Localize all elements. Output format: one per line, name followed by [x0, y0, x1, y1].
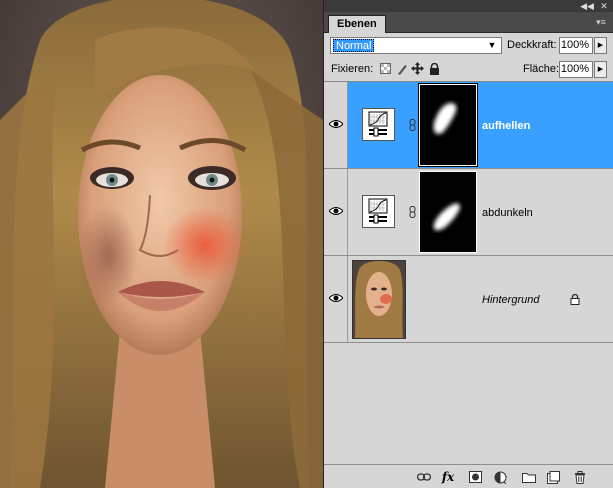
- fill-label: Fläche:: [523, 63, 560, 75]
- lock-all-icon[interactable]: [428, 62, 441, 75]
- layers-list: aufhellen abdunkeln Hintergrund: [324, 82, 613, 464]
- curves-adjustment-icon[interactable]: [362, 195, 395, 228]
- visibility-cell: [324, 256, 348, 342]
- fill-slider-arrow-icon[interactable]: ▶: [594, 61, 607, 78]
- lock-transparent-pixels-icon[interactable]: [379, 62, 392, 75]
- lock-position-icon[interactable]: [411, 62, 424, 75]
- trash-icon[interactable]: [572, 469, 588, 485]
- adjustment-layer-icon[interactable]: [492, 469, 508, 485]
- visibility-cell: [324, 82, 348, 168]
- lock-icon: [570, 294, 580, 305]
- close-panel-button[interactable]: ✕: [597, 0, 611, 12]
- fx-icon[interactable]: fx: [440, 469, 456, 485]
- blend-options-row: Normal ▼ Deckkraft: 100% ▶: [324, 33, 613, 58]
- add-mask-icon[interactable]: [467, 469, 483, 485]
- lock-options-row: Fixieren: Fläche: 100% ▶: [324, 57, 613, 82]
- collapse-panel-button[interactable]: ◀◀: [580, 0, 594, 12]
- eye-icon[interactable]: [329, 293, 343, 303]
- eye-icon[interactable]: [329, 206, 343, 216]
- portrait-photo: [0, 0, 323, 488]
- curves-adjustment-icon[interactable]: [362, 108, 395, 141]
- blend-mode-select[interactable]: Normal ▼: [330, 37, 502, 54]
- panel-tab-bar: Ebenen ▾≡: [324, 12, 613, 33]
- layer-name[interactable]: abdunkeln: [482, 206, 533, 220]
- opacity-input[interactable]: 100%: [559, 37, 593, 54]
- opacity-label: Deckkraft:: [507, 39, 557, 51]
- layer-mask-thumbnail[interactable]: [418, 83, 478, 167]
- fill-input[interactable]: 100%: [559, 61, 593, 78]
- lock-image-pixels-icon[interactable]: [395, 62, 408, 75]
- panel-title-bar: ◀◀ ✕: [324, 0, 613, 12]
- opacity-slider-arrow-icon[interactable]: ▶: [594, 37, 607, 54]
- panel-menu-icon[interactable]: ▾≡: [594, 15, 608, 29]
- lock-label: Fixieren:: [331, 63, 374, 75]
- chain-link-icon[interactable]: [409, 206, 416, 218]
- tab-layers[interactable]: Ebenen: [328, 15, 386, 33]
- layer-mask-thumbnail[interactable]: [419, 171, 477, 253]
- layer-row-hintergrund[interactable]: Hintergrund: [324, 256, 613, 343]
- chevron-down-icon: ▼: [487, 40, 497, 50]
- chain-link-icon[interactable]: [409, 119, 416, 131]
- layer-row-abdunkeln[interactable]: abdunkeln: [324, 169, 613, 256]
- link-layers-icon[interactable]: [416, 469, 432, 485]
- layer-name[interactable]: aufhellen: [482, 119, 530, 133]
- eye-icon[interactable]: [329, 119, 343, 129]
- layers-panel: ◀◀ ✕ Ebenen ▾≡ Normal ▼ Deckkraft: 100% …: [323, 0, 613, 488]
- blend-mode-value: Normal: [333, 39, 375, 52]
- document-canvas[interactable]: [0, 0, 323, 488]
- new-group-icon[interactable]: [521, 469, 537, 485]
- layer-row-aufhellen[interactable]: aufhellen: [324, 82, 613, 169]
- layer-thumbnail[interactable]: [352, 260, 406, 339]
- layers-toolbar: fx: [324, 464, 613, 488]
- layer-name[interactable]: Hintergrund: [482, 293, 539, 307]
- visibility-cell: [324, 169, 348, 255]
- new-layer-icon[interactable]: [545, 469, 561, 485]
